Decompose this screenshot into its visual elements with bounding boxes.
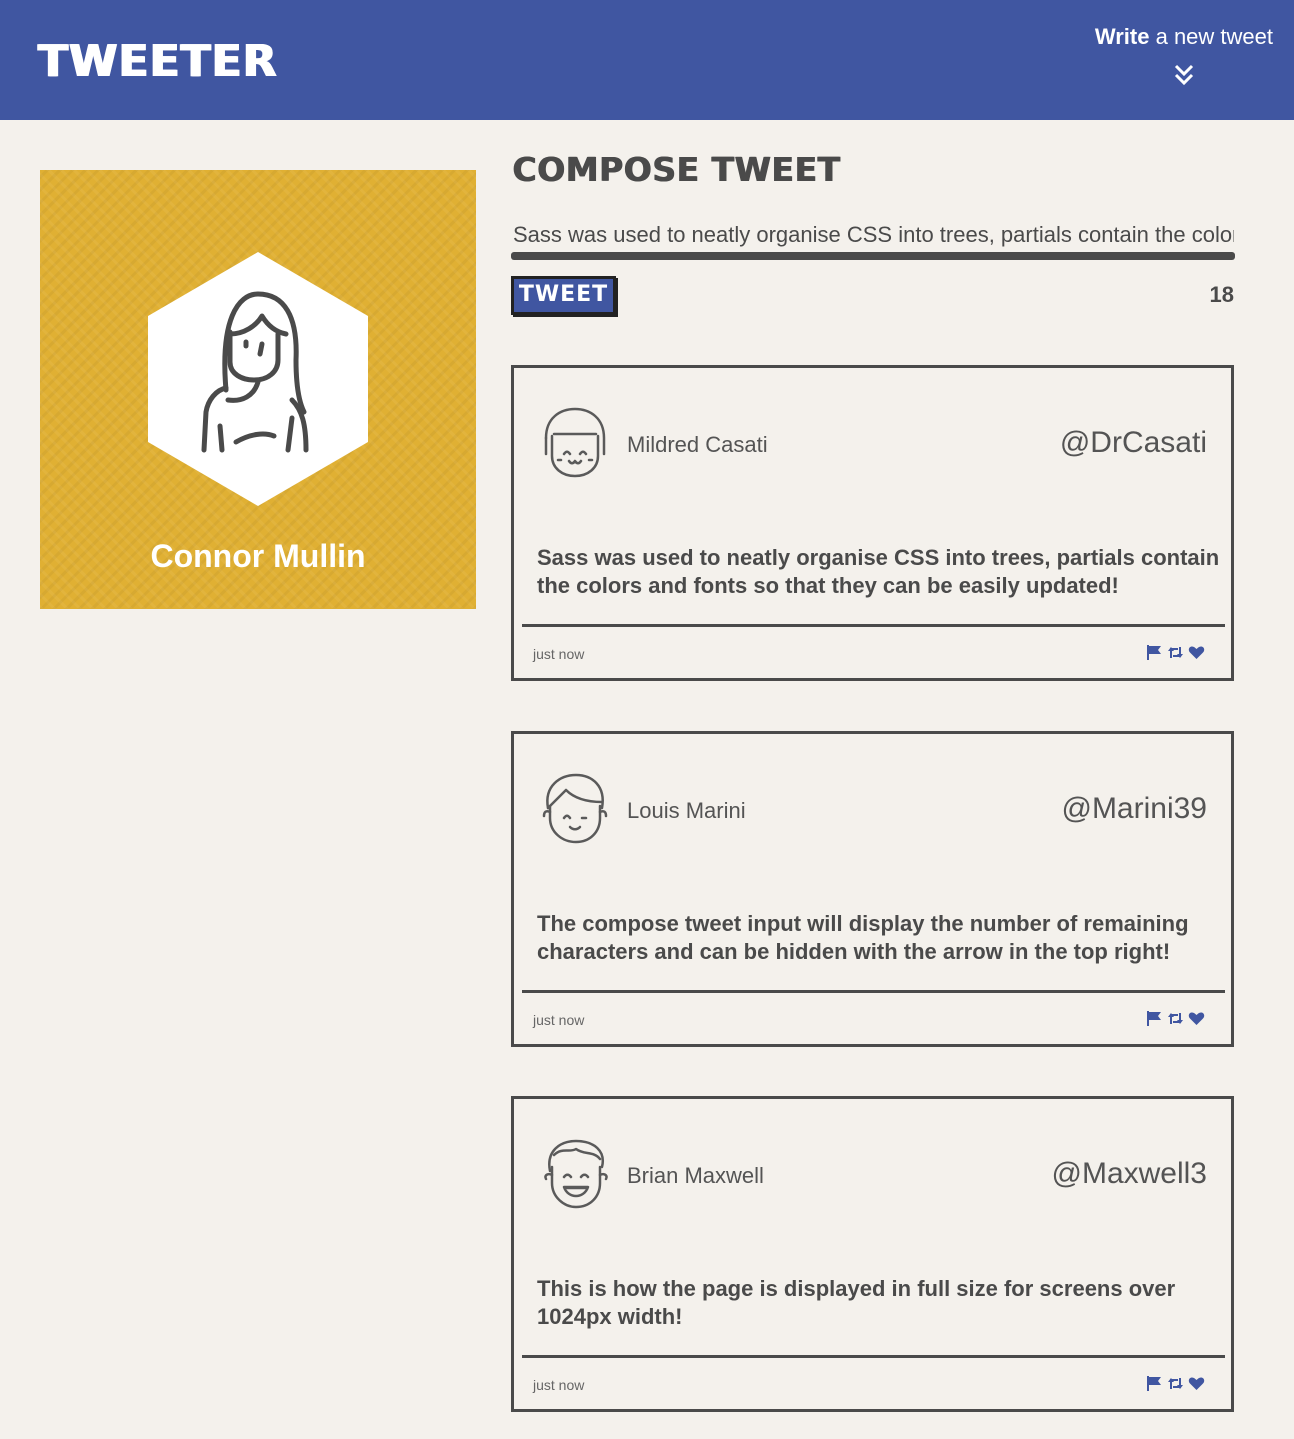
tweet-card: Brian Maxwell @Maxwell3 This is how the … [511, 1096, 1234, 1412]
profile-card: Connor Mullin [40, 170, 476, 609]
boy-avatar-icon [542, 773, 608, 844]
retweet-icon[interactable] [1167, 1375, 1184, 1392]
heart-icon[interactable] [1188, 1375, 1205, 1392]
tweet-timestamp: just now [533, 1377, 585, 1393]
heart-icon[interactable] [1188, 1010, 1205, 1027]
compose-input-underline [511, 252, 1235, 260]
flag-icon[interactable] [1146, 644, 1163, 661]
tweet-actions [1146, 1375, 1205, 1392]
tweet-divider [522, 990, 1225, 993]
character-counter: 18 [1209, 282, 1234, 307]
compose-title: COMPOSE TWEET [512, 150, 841, 189]
tweet-text: Sass was used to neatly organise CSS int… [537, 545, 1220, 598]
write-new-tweet-label[interactable]: Write a new tweet [1073, 24, 1273, 50]
tweet-author-name: Louis Marini [627, 798, 746, 823]
tweet-divider [522, 624, 1225, 627]
compose-tweet-input[interactable]: Sass was used to neatly organise CSS int… [512, 222, 1234, 252]
girl-avatar-icon [544, 407, 606, 478]
tweet-submit-button[interactable]: TWEET [511, 276, 616, 315]
tweet-divider [522, 1355, 1225, 1358]
double-chevron-down-icon[interactable] [1173, 64, 1195, 86]
tweet-card: Mildred Casati @DrCasati Sass was used t… [511, 365, 1234, 681]
retweet-icon[interactable] [1167, 1010, 1184, 1027]
heart-icon[interactable] [1188, 644, 1205, 661]
laughing-man-avatar-icon [544, 1139, 608, 1209]
tweet-actions [1146, 1010, 1205, 1027]
brand-logo[interactable]: TWEETER [38, 36, 278, 87]
profile-name: Connor Mullin [150, 538, 366, 574]
flag-icon[interactable] [1146, 1010, 1163, 1027]
tweet-actions [1146, 644, 1205, 661]
tweet-author-name: Brian Maxwell [627, 1163, 764, 1188]
write-new-tweet-toggle[interactable]: Write a new tweet [1073, 24, 1273, 90]
tweet-author-handle: @DrCasati [1059, 426, 1207, 459]
woman-avatar-icon [148, 252, 368, 506]
tweet-card: Louis Marini @Marini39 The compose tweet… [511, 731, 1234, 1047]
top-navbar: TWEETER Write a new tweet [0, 0, 1294, 120]
retweet-icon[interactable] [1167, 644, 1184, 661]
write-rest-text: a new tweet [1149, 24, 1273, 49]
tweet-author-name: Mildred Casati [627, 432, 768, 457]
tweet-timestamp: just now [533, 1012, 585, 1028]
tweet-text: The compose tweet input will display the… [537, 911, 1189, 964]
flag-icon[interactable] [1146, 1375, 1163, 1392]
tweet-text: This is how the page is displayed in ful… [537, 1276, 1176, 1329]
tweet-timestamp: just now [533, 646, 585, 662]
tweet-author-handle: @Maxwell3 [1051, 1157, 1208, 1190]
write-strong-text: Write [1094, 24, 1150, 49]
tweet-author-handle: @Marini39 [1061, 792, 1207, 825]
